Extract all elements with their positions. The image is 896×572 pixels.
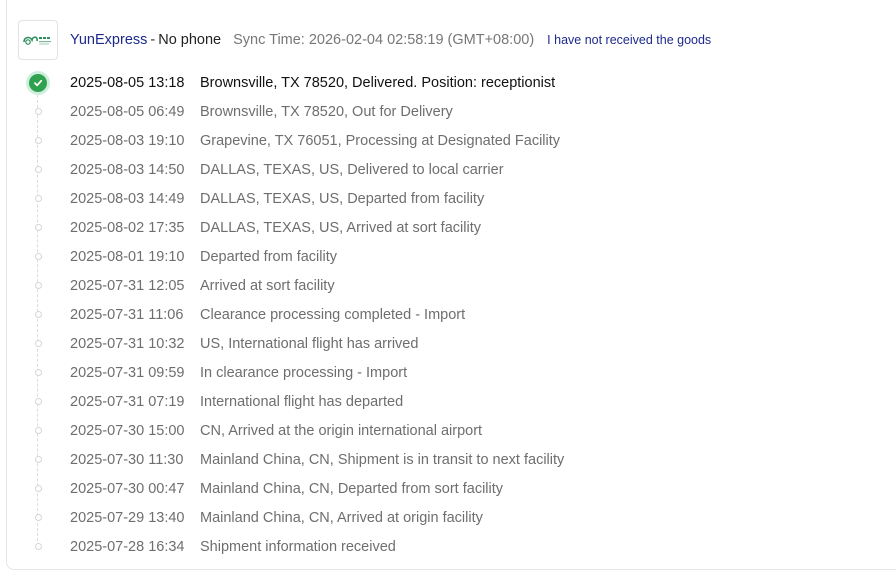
sync-time: Sync Time: 2026-02-04 02:58:19 (GMT+08:0… xyxy=(233,32,535,48)
timeline-event: 2025-07-31 10:32 US, International flight… xyxy=(28,329,888,358)
timeline-dot-icon xyxy=(34,543,42,550)
event-description: DALLAS, TEXAS, US, Arrived at sort facil… xyxy=(200,219,481,236)
event-description: US, International flight has arrived xyxy=(200,335,419,352)
timeline-dot-icon xyxy=(34,224,42,231)
event-description: Mainland China, CN, Arrived at origin fa… xyxy=(200,509,483,526)
timeline-event: 2025-08-02 17:35 DALLAS, TEXAS, US, Arriv… xyxy=(28,213,888,242)
timeline-dot-icon xyxy=(34,514,42,521)
tracking-timeline: 2025-08-05 13:18 Brownsville, TX 78520, D… xyxy=(28,68,888,561)
timeline-dot-icon xyxy=(34,166,42,173)
yunexpress-logo-icon xyxy=(23,36,51,45)
timeline-event: 2025-07-31 09:59 In clearance processing … xyxy=(28,358,888,387)
delivered-check-icon xyxy=(29,73,47,92)
event-description: DALLAS, TEXAS, US, Delivered to local ca… xyxy=(200,161,504,178)
timeline-dot-icon xyxy=(34,311,42,318)
timeline-event: 2025-07-31 12:05 Arrived at sort facility xyxy=(28,271,888,300)
timeline-event: 2025-08-03 14:49 DALLAS, TEXAS, US, Depar… xyxy=(28,184,888,213)
timeline-marker xyxy=(28,97,48,126)
timeline-marker xyxy=(28,242,48,271)
event-time: 2025-08-05 06:49 xyxy=(70,103,185,120)
timeline-dot-icon xyxy=(34,137,42,144)
event-description: Arrived at sort facility xyxy=(200,277,335,294)
event-time: 2025-07-31 10:32 xyxy=(70,335,185,352)
timeline-marker xyxy=(28,184,48,213)
event-time: 2025-07-30 15:00 xyxy=(70,422,185,439)
event-time: 2025-07-30 00:47 xyxy=(70,480,185,497)
carrier-name[interactable]: YunExpress xyxy=(70,32,147,48)
timeline-event: 2025-07-28 16:34 Shipment information rec… xyxy=(28,532,888,561)
event-description: CN, Arrived at the origin international … xyxy=(200,422,483,439)
carrier-phone: No phone xyxy=(158,32,222,48)
timeline-marker xyxy=(28,358,48,387)
event-time: 2025-08-03 14:49 xyxy=(70,190,185,207)
timeline-dot-icon xyxy=(34,340,42,347)
event-description: Brownsville, TX 78520, Delivered. Positi… xyxy=(200,74,556,91)
timeline-marker xyxy=(28,155,48,184)
event-time: 2025-07-31 12:05 xyxy=(70,277,185,294)
event-time: 2025-07-31 09:59 xyxy=(70,364,185,381)
event-time: 2025-07-30 11:30 xyxy=(70,451,184,468)
timeline-marker xyxy=(28,271,48,300)
timeline-event: 2025-08-03 14:50 DALLAS, TEXAS, US, Deliv… xyxy=(28,155,888,184)
event-description: Clearance processing completed - Import xyxy=(200,306,466,323)
event-description: Mainland China, CN, Shipment is in trans… xyxy=(200,451,565,468)
carrier-logo xyxy=(18,20,58,60)
timeline-dot-icon xyxy=(34,398,42,405)
timeline-marker xyxy=(28,474,48,503)
timeline-event: 2025-07-31 07:19 International flight has… xyxy=(28,387,888,416)
timeline-event: 2025-07-30 11:30 Mainland China, CN, Ship… xyxy=(28,445,888,474)
event-time: 2025-08-03 14:50 xyxy=(70,161,185,178)
header-separator: - xyxy=(150,32,156,48)
timeline-event: 2025-08-01 19:10 Departed from facility xyxy=(28,242,888,271)
event-time: 2025-07-29 13:40 xyxy=(70,509,185,526)
event-time: 2025-08-02 17:35 xyxy=(70,219,185,236)
timeline-dot-icon xyxy=(34,253,42,260)
timeline-marker xyxy=(28,68,48,97)
timeline-event: 2025-07-30 00:47 Mainland China, CN, Depa… xyxy=(28,474,888,503)
timeline-dot-icon xyxy=(34,369,42,376)
timeline-marker xyxy=(28,126,48,155)
timeline-event: 2025-08-05 13:18 Brownsville, TX 78520, D… xyxy=(28,68,888,97)
timeline-event: 2025-07-30 15:00 CN, Arrived at the origi… xyxy=(28,416,888,445)
event-time: 2025-07-28 16:34 xyxy=(70,538,185,555)
event-description: DALLAS, TEXAS, US, Departed from facilit… xyxy=(200,190,485,207)
timeline-marker xyxy=(28,532,48,561)
event-description: Mainland China, CN, Departed from sort f… xyxy=(200,480,504,497)
event-time: 2025-08-05 13:18 xyxy=(70,74,185,91)
timeline-event: 2025-08-05 06:49 Brownsville, TX 78520, O… xyxy=(28,97,888,126)
timeline-dot-icon xyxy=(34,108,42,115)
timeline-event: 2025-07-31 11:06 Clearance processing com… xyxy=(28,300,888,329)
timeline-event: 2025-08-03 19:10 Grapevine, TX 76051, Pro… xyxy=(28,126,888,155)
not-received-link[interactable]: I have not received the goods xyxy=(547,33,711,47)
event-description: Grapevine, TX 76051, Processing at Desig… xyxy=(200,132,561,149)
timeline-dot-icon xyxy=(34,427,42,434)
timeline-dot-icon xyxy=(34,456,42,463)
event-description: In clearance processing - Import xyxy=(200,364,408,381)
event-time: 2025-07-31 11:06 xyxy=(70,306,184,323)
timeline-dot-icon xyxy=(34,195,42,202)
event-description: Shipment information received xyxy=(200,538,396,555)
tracking-header: YunExpress - No phone Sync Time: 2026-02… xyxy=(18,20,711,60)
timeline-event: 2025-07-29 13:40 Mainland China, CN, Arri… xyxy=(28,503,888,532)
event-description: Departed from facility xyxy=(200,248,337,265)
timeline-dot-icon xyxy=(34,485,42,492)
event-time: 2025-08-01 19:10 xyxy=(70,248,185,265)
event-time: 2025-08-03 19:10 xyxy=(70,132,185,149)
event-description: International flight has departed xyxy=(200,393,404,410)
timeline-marker xyxy=(28,387,48,416)
timeline-dot-icon xyxy=(34,282,42,289)
timeline-marker xyxy=(28,329,48,358)
timeline-marker xyxy=(28,300,48,329)
event-description: Brownsville, TX 78520, Out for Delivery xyxy=(200,103,453,120)
event-time: 2025-07-31 07:19 xyxy=(70,393,185,410)
timeline-marker xyxy=(28,416,48,445)
timeline-marker xyxy=(28,213,48,242)
timeline-marker xyxy=(28,503,48,532)
timeline-marker xyxy=(28,445,48,474)
